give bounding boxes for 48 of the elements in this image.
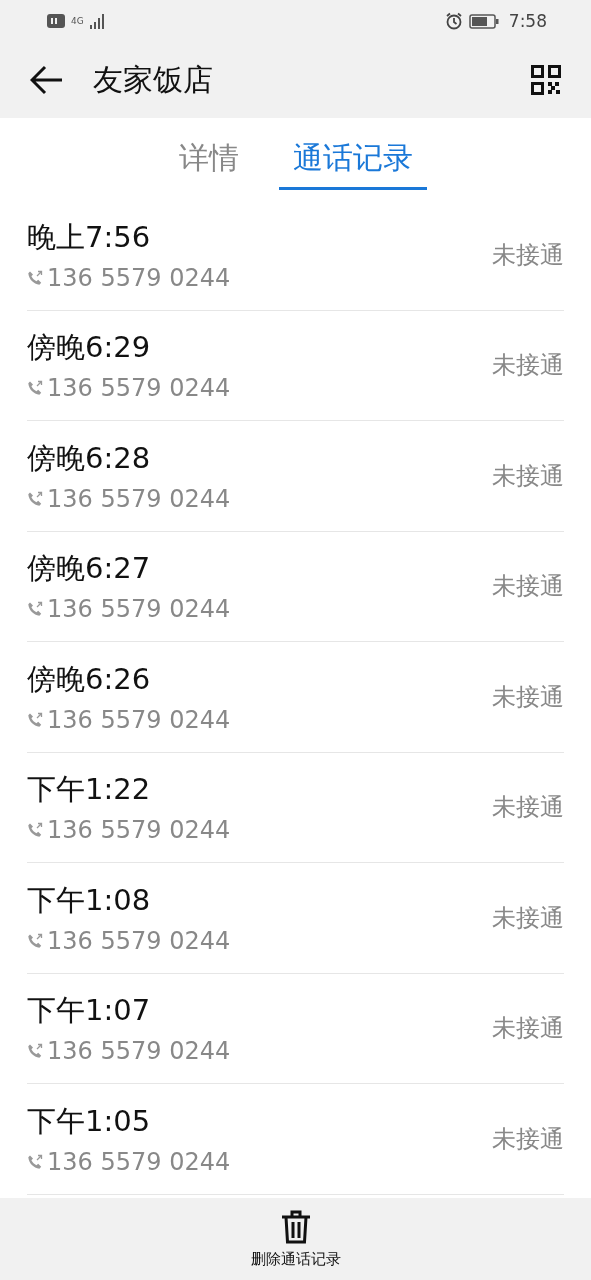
phone-icon [27,932,43,949]
call-status: 未接通 [492,460,564,492]
phone-icon [27,1043,43,1060]
call-status: 未接通 [492,1123,564,1155]
call-status: 未接通 [492,792,564,824]
call-time: 下午1:22 [27,771,152,809]
qr-code-icon[interactable] [531,65,561,95]
contact-name: 友家饭店 [93,60,214,99]
call-status: 未接通 [492,350,564,382]
call-time: 下午1:05 [27,1102,152,1140]
call-status: 未接通 [492,1013,564,1045]
phone-icon [27,1153,43,1170]
phone-icon [27,380,43,397]
tab[interactable]: 通话记录 [278,138,427,190]
phone-number: 136 5579 0244 [47,926,231,955]
alarm-icon [444,12,463,30]
phone-icon [27,822,43,839]
phone-number: 136 5579 0244 [47,1037,231,1066]
call-status: 未接通 [492,239,564,271]
phone-number: 136 5579 0244 [47,816,231,845]
phone-number: 136 5579 0244 [47,263,231,292]
call-time: 下午1:08 [27,881,152,919]
back-arrow-icon[interactable] [30,65,64,95]
phone-number: 136 5579 0244 [47,484,231,513]
phone-number: 136 5579 0244 [47,374,231,403]
call-time: 傍晚6:28 [27,439,152,477]
call-status: 未接通 [492,571,564,603]
phone-icon [27,490,43,507]
call-time: 傍晚6:26 [27,660,152,698]
tab[interactable]: 详情 [164,138,253,190]
call-time: 傍晚6:29 [27,329,152,367]
call-time: 下午1:07 [27,992,152,1030]
delete-call-log-button[interactable]: 删除通话记录 [250,1198,341,1280]
call-status: 未接通 [492,902,564,934]
call-time: 晚上7:56 [27,218,152,256]
phone-number: 136 5579 0244 [47,595,231,624]
signal-icon [89,13,106,29]
battery-icon [468,13,499,29]
clock-time: 7:58 [508,11,547,31]
call-status: 未接通 [492,681,564,713]
trash-icon [280,1210,311,1244]
network-type: 4G [71,16,84,26]
phone-icon [27,711,43,728]
phone-number: 136 5579 0244 [47,1147,231,1176]
phone-icon [27,601,43,618]
phone-icon [27,269,43,286]
phone-number: 136 5579 0244 [47,705,231,734]
call-time: 傍晚6:27 [27,550,152,588]
